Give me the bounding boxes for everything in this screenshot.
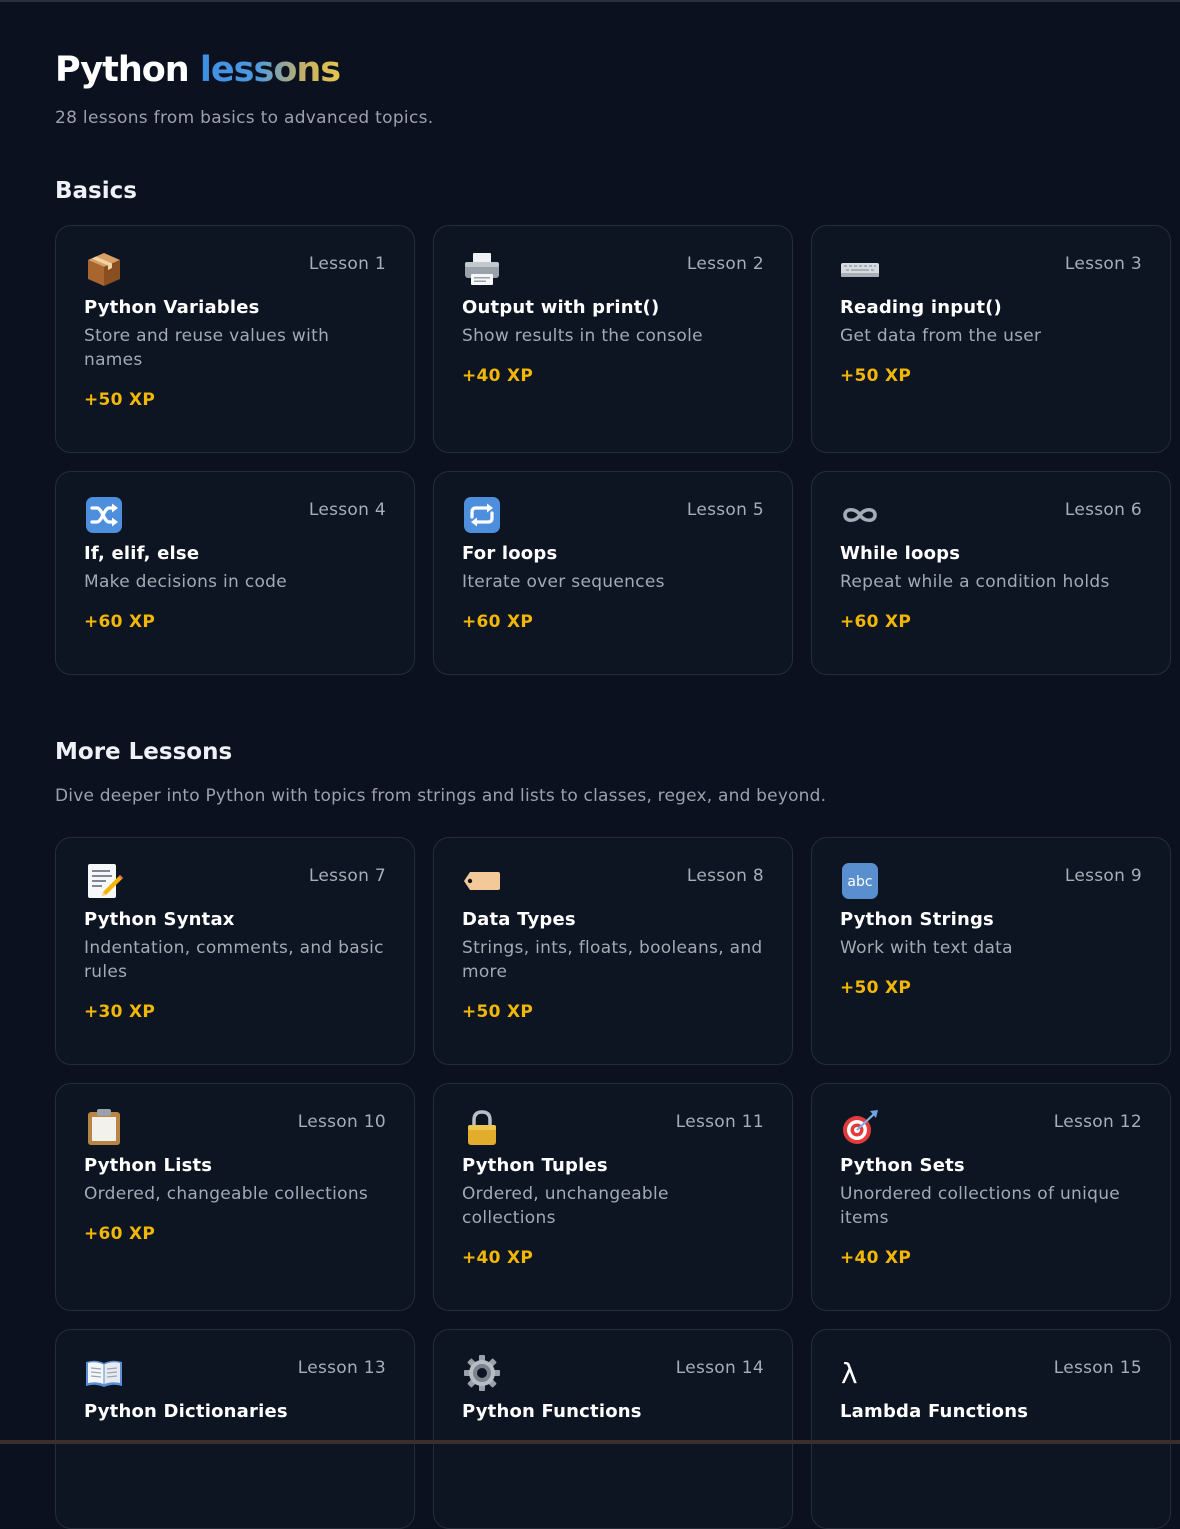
- lesson-title: Lambda Functions: [840, 1401, 1029, 1422]
- lesson-number: Lesson 7: [308, 866, 386, 886]
- lesson-description: Show results in the console: [462, 326, 703, 346]
- book-icon: [84, 1353, 124, 1393]
- lesson-xp: +50 XP: [462, 1002, 534, 1022]
- package-icon: [84, 249, 124, 289]
- lesson-xp: +60 XP: [462, 612, 534, 632]
- lesson-xp: +40 XP: [462, 1248, 534, 1268]
- lesson-card-2[interactable]: Lesson 2 Output with print() Show result…: [433, 225, 793, 453]
- target-icon: [840, 1107, 880, 1147]
- lesson-xp: +30 XP: [84, 1002, 156, 1022]
- section-heading-basics: Basics: [55, 178, 137, 204]
- lesson-xp: +60 XP: [840, 612, 912, 632]
- lesson-description: Iterate over sequences: [462, 572, 665, 592]
- memo-icon: [84, 861, 124, 901]
- lambda-icon-text: λ: [841, 1357, 858, 1390]
- lesson-title: Python Variables: [84, 297, 260, 318]
- lesson-xp: +60 XP: [84, 1224, 156, 1244]
- lesson-card-1[interactable]: Lesson 1 Python Variables Store and reus…: [55, 225, 415, 453]
- lesson-card-10[interactable]: Lesson 10 Python Lists Ordered, changeab…: [55, 1083, 415, 1311]
- lesson-number: Lesson 8: [686, 866, 764, 886]
- lesson-card-15[interactable]: λ Lesson 15 Lambda Functions: [811, 1329, 1171, 1529]
- lesson-xp: +60 XP: [84, 612, 156, 632]
- abc-icon-text: abc: [847, 874, 872, 890]
- lesson-title: Python Lists: [84, 1155, 213, 1176]
- lesson-card-7[interactable]: Lesson 7 Python Syntax Indentation, comm…: [55, 837, 415, 1065]
- lesson-title: If, elif, else: [84, 543, 200, 564]
- lesson-description: Get data from the user: [840, 326, 1042, 346]
- lesson-description: Unordered collections of unique items: [840, 1184, 1121, 1228]
- lesson-number: Lesson 12: [1053, 1112, 1142, 1132]
- lesson-number: Lesson 1: [308, 254, 386, 274]
- more-lesson-grid: Lesson 7 Python Syntax Indentation, comm…: [55, 837, 1180, 1529]
- page-title-part2: lessons: [199, 50, 341, 90]
- lesson-xp: +50 XP: [840, 366, 912, 386]
- lesson-number: Lesson 10: [297, 1112, 386, 1132]
- page-title-part1: Python: [55, 50, 190, 90]
- clipboard-icon: [84, 1107, 124, 1147]
- lesson-title: Output with print(): [462, 297, 660, 318]
- keyboard-icon: [840, 249, 880, 289]
- basics-lesson-grid: Lesson 1 Python Variables Store and reus…: [55, 225, 1180, 675]
- lesson-title: Reading input(): [840, 297, 1002, 318]
- lesson-card-14[interactable]: Lesson 14 Python Functions: [433, 1329, 793, 1529]
- lesson-number: Lesson 5: [686, 500, 764, 520]
- page-subtitle: 28 lessons from basics to advanced topic…: [55, 108, 434, 128]
- lesson-title: Python Sets: [840, 1155, 965, 1176]
- lesson-description: Indentation, comments, and basic rules: [84, 938, 384, 982]
- lesson-title: Data Types: [462, 909, 576, 930]
- lesson-xp: +50 XP: [84, 390, 156, 410]
- lesson-number: Lesson 15: [1053, 1358, 1142, 1378]
- abc-icon: abc: [840, 861, 880, 901]
- page-title: Python lessons: [55, 50, 341, 90]
- section-description-more: Dive deeper into Python with topics from…: [55, 786, 827, 806]
- infinity-icon: [840, 495, 880, 535]
- lesson-xp: +40 XP: [840, 1248, 912, 1268]
- lesson-number: Lesson 6: [1064, 500, 1142, 520]
- lesson-title: Python Dictionaries: [84, 1401, 288, 1422]
- bottom-border: [0, 1440, 1180, 1444]
- lesson-number: Lesson 4: [308, 500, 386, 520]
- lambda-icon: λ: [840, 1353, 880, 1393]
- section-heading-more: More Lessons: [55, 739, 233, 765]
- lesson-card-3[interactable]: Lesson 3 Reading input() Get data from t…: [811, 225, 1171, 453]
- label-tag-icon: [462, 861, 502, 901]
- lesson-title: Python Tuples: [462, 1155, 608, 1176]
- lesson-xp: +50 XP: [840, 978, 912, 998]
- lesson-description: Strings, ints, floats, booleans, and mor…: [462, 938, 763, 982]
- lesson-number: Lesson 3: [1064, 254, 1142, 274]
- lesson-description: Store and reuse values with names: [84, 326, 330, 370]
- lesson-number: Lesson 11: [675, 1112, 764, 1132]
- lock-icon: [462, 1107, 502, 1147]
- shuffle-icon: [84, 495, 124, 535]
- top-border: [0, 0, 1180, 2]
- lesson-card-11[interactable]: Lesson 11 Python Tuples Ordered, unchang…: [433, 1083, 793, 1311]
- lesson-description: Ordered, unchangeable collections: [462, 1184, 669, 1228]
- lesson-number: Lesson 2: [686, 254, 764, 274]
- lesson-title: For loops: [462, 543, 558, 564]
- lesson-title: Python Syntax: [84, 909, 235, 930]
- lesson-card-9[interactable]: abc Lesson 9 Python Strings Work with te…: [811, 837, 1171, 1065]
- lesson-card-12[interactable]: Lesson 12 Python Sets Unordered collecti…: [811, 1083, 1171, 1311]
- lesson-card-8[interactable]: Lesson 8 Data Types Strings, ints, float…: [433, 837, 793, 1065]
- lesson-description: Work with text data: [840, 938, 1013, 958]
- lesson-card-5[interactable]: Lesson 5 For loops Iterate over sequence…: [433, 471, 793, 675]
- lesson-number: Lesson 14: [675, 1358, 764, 1378]
- lesson-card-6[interactable]: Lesson 6 While loops Repeat while a cond…: [811, 471, 1171, 675]
- lesson-title: While loops: [840, 543, 961, 564]
- lesson-card-4[interactable]: Lesson 4 If, elif, else Make decisions i…: [55, 471, 415, 675]
- repeat-icon: [462, 495, 502, 535]
- lesson-number: Lesson 13: [297, 1358, 386, 1378]
- gear-icon: [462, 1353, 502, 1393]
- lesson-description: Repeat while a condition holds: [840, 572, 1110, 592]
- lesson-number: Lesson 9: [1064, 866, 1142, 886]
- printer-icon: [462, 249, 502, 289]
- lesson-xp: +40 XP: [462, 366, 534, 386]
- lesson-card-13[interactable]: Lesson 13 Python Dictionaries: [55, 1329, 415, 1529]
- lesson-title: Python Functions: [462, 1401, 642, 1422]
- lesson-description: Ordered, changeable collections: [84, 1184, 369, 1204]
- lesson-title: Python Strings: [840, 909, 994, 930]
- lesson-description: Make decisions in code: [84, 572, 288, 592]
